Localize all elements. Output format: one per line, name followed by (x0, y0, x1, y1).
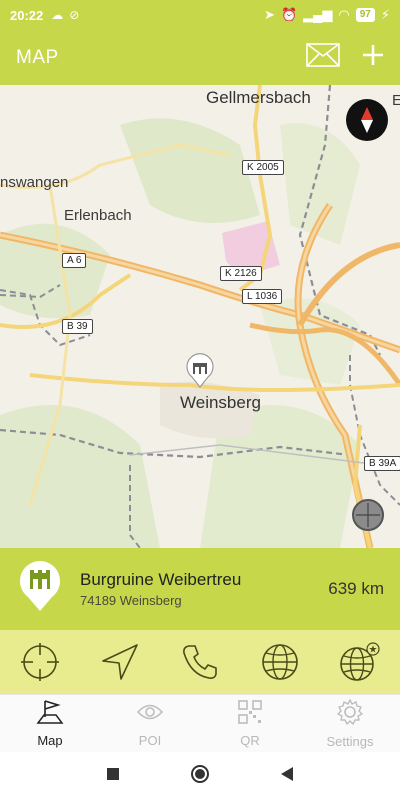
flag-icon (36, 699, 64, 730)
place-label: Weinsberg (180, 393, 261, 412)
road-sign: B 39 (62, 319, 93, 334)
road-sign: A 6 (62, 253, 87, 268)
eye-icon (136, 699, 164, 730)
signal-icon: ▂▄▆ (303, 7, 333, 22)
page-title: MAP (16, 46, 59, 68)
poi-distance: 639 km (328, 579, 384, 598)
poi-name: Burgruine Weibertreu (80, 570, 242, 589)
wifi-icon: ◠ (338, 7, 350, 22)
poi-marker-icon[interactable] (182, 353, 218, 394)
road-sign: B 39A (364, 456, 400, 471)
crosshair-icon[interactable] (18, 640, 62, 684)
map-base (0, 85, 400, 548)
navigate-arrow-icon[interactable] (98, 640, 142, 684)
battery-indicator: 97 (355, 8, 375, 22)
poi-info-card[interactable]: Burgruine Weibertreu 74189 Weinsberg 639… (0, 548, 400, 630)
place-label: Erlenbach (64, 207, 132, 224)
map-view[interactable]: Gellmersbach Erlenbach nswangen Weinsber… (0, 85, 400, 548)
road-sign: K 2005 (242, 160, 284, 175)
status-bar: 20:22 ☁ ⊘ ➤ ⏰ ▂▄▆ ◠ 97 ⚡ (0, 0, 400, 30)
app-bar: MAP (0, 30, 400, 85)
road-sign: K 2126 (220, 266, 262, 281)
place-label: E (392, 92, 400, 109)
gear-icon (336, 698, 364, 731)
globe-star-icon[interactable]: ★ (338, 640, 382, 684)
charging-icon: ⚡ (380, 7, 390, 22)
alarm-icon: ⏰ (280, 7, 298, 22)
system-nav-bar (0, 752, 400, 800)
crosshair-locate-icon[interactable] (352, 499, 384, 531)
tab-label: QR (240, 733, 260, 748)
tab-poi[interactable]: POI (100, 695, 200, 752)
globe-icon[interactable] (258, 640, 302, 684)
back-triangle-icon[interactable] (280, 766, 294, 787)
status-time: 20:22 (10, 7, 44, 23)
tab-qr[interactable]: QR (200, 695, 300, 752)
location-arrow-icon: ➤ (264, 7, 275, 22)
tab-label: Settings (326, 734, 374, 749)
tab-label: POI (138, 733, 162, 748)
qr-code-icon (237, 699, 263, 730)
tab-label: Map (37, 733, 63, 748)
plus-icon[interactable] (362, 44, 384, 71)
envelope-icon[interactable] (306, 43, 340, 72)
action-bar: ★ (0, 630, 400, 694)
tab-settings[interactable]: Settings (300, 695, 400, 752)
compass-icon[interactable] (346, 99, 388, 141)
place-label: nswangen (0, 174, 69, 191)
sync-icon: ⊘ (69, 8, 80, 22)
status-right: ➤ ⏰ ▂▄▆ ◠ 97 ⚡ (264, 7, 390, 23)
poi-address: 74189 Weinsberg (80, 593, 182, 608)
place-label: Gellmersbach (206, 88, 311, 107)
castle-pin-icon (18, 560, 62, 618)
tab-map[interactable]: Map (0, 695, 100, 752)
recents-square-icon[interactable] (106, 767, 120, 786)
home-circle-icon[interactable] (190, 764, 210, 789)
road-sign: L 1036 (242, 289, 283, 304)
phone-icon[interactable] (178, 640, 222, 684)
cloud-icon: ☁ (51, 8, 64, 22)
svg-text:★: ★ (369, 645, 378, 656)
bottom-tab-bar: Map POI QR Settings (0, 694, 400, 752)
